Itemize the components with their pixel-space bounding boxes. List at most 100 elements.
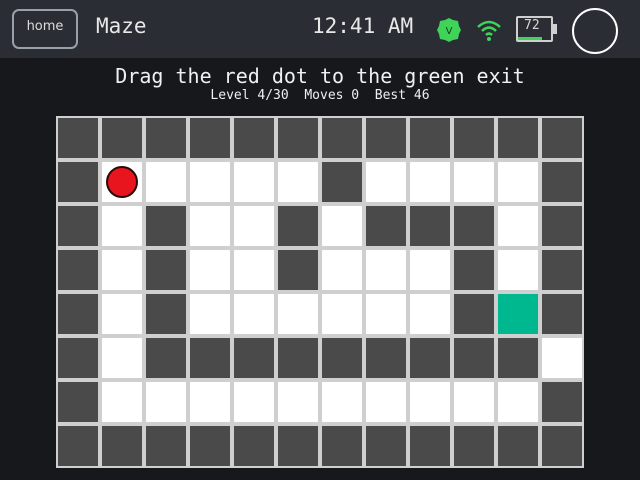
instruction-text: Drag the red dot to the green exit [115, 64, 525, 88]
maze-wall-cell [542, 118, 582, 158]
maze-wall-cell [542, 206, 582, 246]
maze-wall-cell [190, 426, 230, 466]
maze-wall-cell [454, 250, 494, 290]
maze-wall-cell [58, 206, 98, 246]
maze-floor-cell [102, 382, 142, 422]
maze-exit-cell[interactable] [498, 294, 538, 334]
maze-wall-cell [366, 206, 406, 246]
maze-floor-cell [322, 250, 362, 290]
maze-floor-cell [102, 250, 142, 290]
maze-floor-cell [190, 206, 230, 246]
game-stats: Level 4/30 Moves 0 Best 46 [210, 88, 430, 103]
maze-floor-cell [234, 250, 274, 290]
maze-wall-cell [498, 426, 538, 466]
maze-wall-cell [278, 250, 318, 290]
maze-floor-cell [146, 162, 186, 202]
maze-floor-cell [542, 338, 582, 378]
maze-floor-cell [454, 162, 494, 202]
maze-floor-cell [322, 206, 362, 246]
maze-floor-cell [410, 382, 450, 422]
maze-wall-cell [454, 294, 494, 334]
maze-wall-cell [542, 426, 582, 466]
maze-wall-cell [454, 338, 494, 378]
maze-floor-cell [102, 206, 142, 246]
maze-wall-cell [102, 426, 142, 466]
maze-floor-cell [410, 250, 450, 290]
status-bar: home Maze 12:41 AM V 72 [0, 0, 640, 58]
maze-wall-cell [146, 206, 186, 246]
maze-floor-cell [190, 382, 230, 422]
maze-floor-cell [322, 294, 362, 334]
maze-wall-cell [146, 118, 186, 158]
clock: 12:41 AM [312, 14, 414, 38]
maze-wall-cell [234, 426, 274, 466]
maze-wall-cell [58, 426, 98, 466]
maze-floor-cell [498, 250, 538, 290]
player-dot[interactable] [106, 166, 138, 198]
app-title: Maze [96, 14, 147, 38]
maze-wall-cell [58, 338, 98, 378]
maze-wall-cell [146, 338, 186, 378]
home-button[interactable]: home [12, 9, 78, 49]
maze-wall-cell [322, 426, 362, 466]
maze-floor-cell [102, 294, 142, 334]
maze-floor-cell [234, 294, 274, 334]
wifi-icon [477, 20, 501, 41]
maze-wall-cell [190, 338, 230, 378]
maze-wall-cell [234, 338, 274, 378]
maze-floor-cell [234, 206, 274, 246]
maze-wall-cell [58, 162, 98, 202]
circle-button[interactable] [572, 8, 618, 54]
maze-wall-cell [278, 206, 318, 246]
maze-floor-cell [234, 162, 274, 202]
maze-wall-cell [542, 250, 582, 290]
maze-floor-cell [190, 250, 230, 290]
maze-wall-cell [58, 294, 98, 334]
maze-wall-cell [410, 206, 450, 246]
maze-wall-cell [146, 250, 186, 290]
battery-icon: 72 [516, 16, 557, 42]
maze-floor-cell [366, 382, 406, 422]
maze-wall-cell [322, 162, 362, 202]
maze-wall-cell [542, 382, 582, 422]
maze-floor-cell [278, 294, 318, 334]
maze-floor-cell [366, 294, 406, 334]
maze-wall-cell [102, 118, 142, 158]
maze-floor-cell [234, 382, 274, 422]
maze-floor-cell [278, 162, 318, 202]
maze-wall-cell [542, 162, 582, 202]
maze-board [56, 116, 584, 468]
maze-wall-cell [322, 118, 362, 158]
maze-floor-cell [366, 250, 406, 290]
maze-wall-cell [366, 118, 406, 158]
maze-floor-cell [454, 382, 494, 422]
maze-floor-cell [322, 382, 362, 422]
maze-floor-cell [102, 338, 142, 378]
maze-wall-cell [278, 338, 318, 378]
maze-wall-cell [366, 426, 406, 466]
maze-wall-cell [498, 118, 538, 158]
maze-floor-cell [498, 382, 538, 422]
maze-floor-cell [410, 294, 450, 334]
maze-wall-cell [498, 338, 538, 378]
maze-wall-cell [278, 118, 318, 158]
maze-wall-cell [146, 294, 186, 334]
maze-wall-cell [278, 426, 318, 466]
maze-floor-cell [410, 162, 450, 202]
maze-wall-cell [454, 206, 494, 246]
maze-wall-cell [234, 118, 274, 158]
battery-tip [553, 24, 557, 34]
maze-floor-cell [498, 206, 538, 246]
maze-wall-cell [410, 426, 450, 466]
maze-floor-cell [190, 162, 230, 202]
maze-floor-cell [146, 382, 186, 422]
maze-wall-cell [58, 250, 98, 290]
maze-wall-cell [190, 118, 230, 158]
battery-fill [518, 37, 542, 40]
maze-wall-cell [58, 118, 98, 158]
maze-wall-cell [542, 294, 582, 334]
maze-wall-cell [146, 426, 186, 466]
maze-wall-cell [410, 118, 450, 158]
vpn-icon: V [437, 18, 461, 42]
maze-floor-cell [278, 382, 318, 422]
